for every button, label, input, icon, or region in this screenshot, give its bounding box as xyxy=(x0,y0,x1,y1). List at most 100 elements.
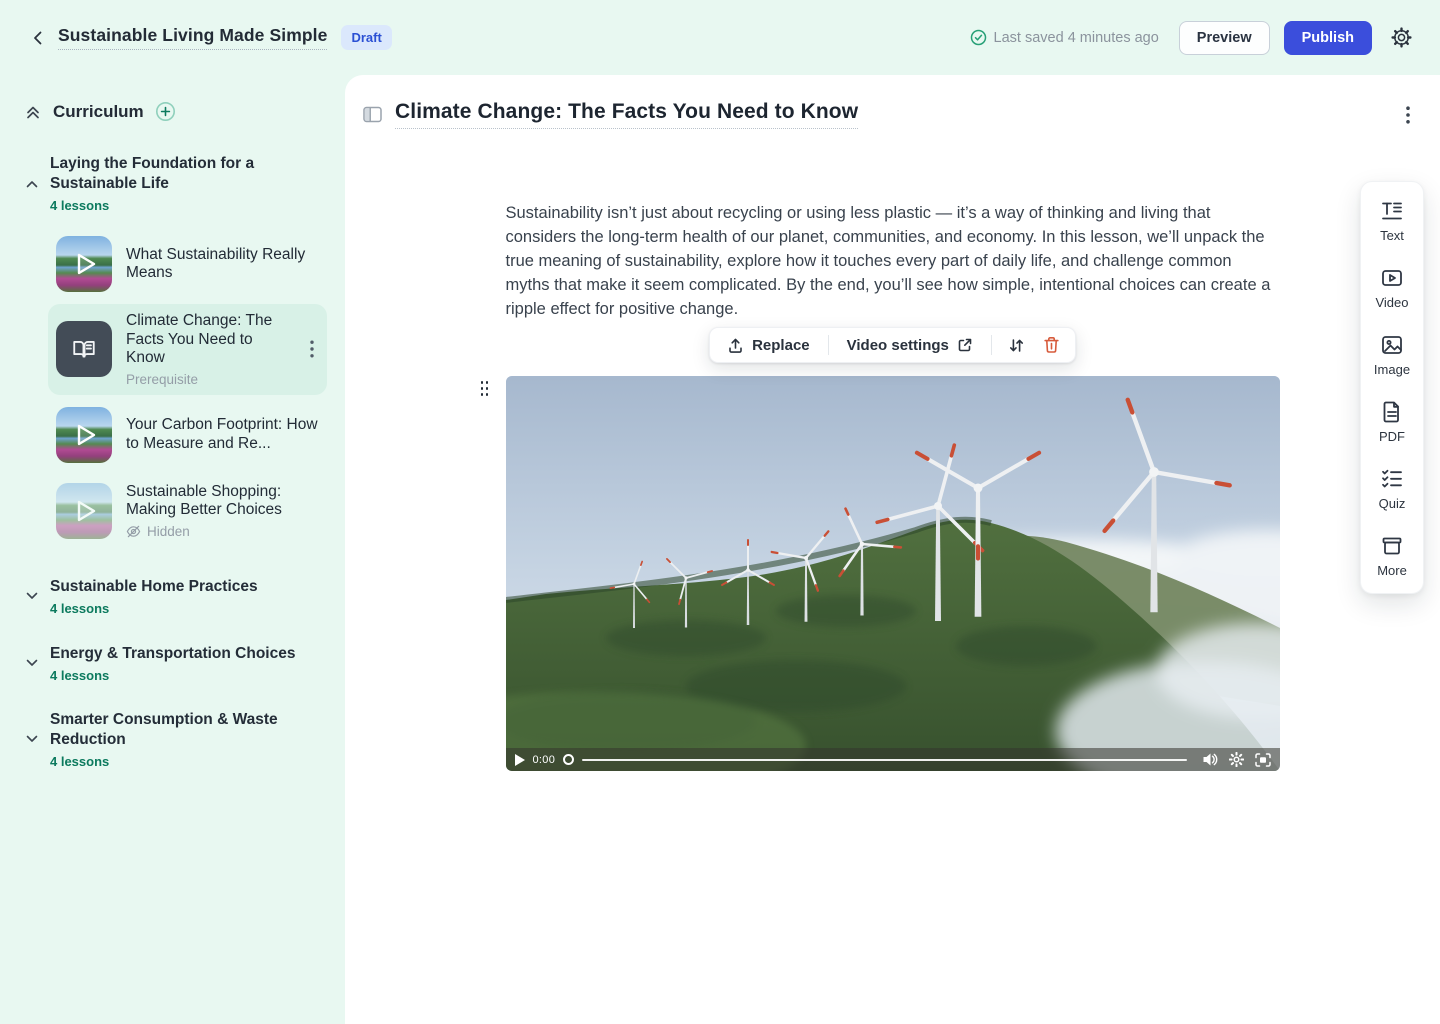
curriculum-section: Energy & Transportation Choices 4 lesson… xyxy=(24,644,345,683)
section-title: Energy & Transportation Choices xyxy=(50,644,295,664)
lesson-item-hidden[interactable]: Sustainable Shopping: Making Better Choi… xyxy=(48,475,327,547)
replace-label: Replace xyxy=(752,337,810,354)
curriculum-header: Curriculum xyxy=(24,101,345,122)
fullscreen-button[interactable] xyxy=(1255,753,1271,767)
reading-lesson-tile xyxy=(56,321,112,377)
video-block-toolbar: Replace Video settings xyxy=(709,327,1076,363)
play-icon xyxy=(56,407,112,463)
course-title[interactable]: Sustainable Living Made Simple xyxy=(58,25,327,50)
palette-label: Video xyxy=(1375,295,1408,310)
text-block[interactable]: Sustainability isn’t just about recyclin… xyxy=(506,201,1280,321)
video-thumbnail xyxy=(56,407,112,463)
pdf-block-icon xyxy=(1380,400,1404,424)
settings-button[interactable] xyxy=(1386,23,1416,53)
lesson-hidden-label: Hidden xyxy=(147,524,190,539)
section-title: Sustainable Home Practices xyxy=(50,577,258,597)
video-player[interactable]: 0:00 xyxy=(506,376,1280,771)
video-settings-label: Video settings xyxy=(847,337,949,354)
palette-item-pdf[interactable]: PDF xyxy=(1379,400,1405,444)
delete-block-button[interactable] xyxy=(1036,330,1067,360)
text-block-icon xyxy=(1380,199,1404,223)
palette-item-image[interactable]: Image xyxy=(1374,333,1410,377)
palette-item-text[interactable]: Text xyxy=(1380,199,1404,243)
palette-label: PDF xyxy=(1379,429,1405,444)
lesson-title: Climate Change: The Facts You Need to Kn… xyxy=(126,312,291,368)
trash-icon xyxy=(1043,336,1060,354)
curriculum-section: Laying the Foundation for a Sustainable … xyxy=(24,154,345,547)
lesson-header: Climate Change: The Facts You Need to Kn… xyxy=(345,75,1440,129)
editor-content: Sustainability isn’t just about recyclin… xyxy=(506,201,1280,771)
lesson-title: What Sustainability Really Means xyxy=(126,246,319,283)
save-status-text: Last saved 4 minutes ago xyxy=(994,30,1159,46)
save-status: Last saved 4 minutes ago xyxy=(970,29,1159,46)
lesson-item-selected[interactable]: Climate Change: The Facts You Need to Kn… xyxy=(48,304,327,395)
progress-bar[interactable] xyxy=(582,759,1186,761)
lesson-list: What Sustainability Really Means Climat xyxy=(48,228,327,547)
lesson-item[interactable]: What Sustainability Really Means xyxy=(48,228,327,300)
add-section-button[interactable] xyxy=(155,101,176,122)
chevron-down-icon xyxy=(24,589,40,603)
video-block: 0:00 xyxy=(506,376,1280,771)
replace-button[interactable]: Replace xyxy=(718,331,819,360)
palette-label: More xyxy=(1377,563,1407,578)
gear-icon xyxy=(1391,27,1412,48)
section-header[interactable]: Smarter Consumption & Waste Reduction 4 … xyxy=(24,710,345,769)
volume-button[interactable] xyxy=(1203,753,1218,766)
move-block-button[interactable] xyxy=(1001,331,1032,360)
section-lesson-count: 4 lessons xyxy=(50,198,298,213)
palette-label: Text xyxy=(1380,228,1404,243)
block-palette: Text Video Image PDF Quiz More xyxy=(1360,181,1424,594)
video-time: 0:00 xyxy=(533,754,556,766)
book-open-icon xyxy=(71,336,97,362)
section-header[interactable]: Laying the Foundation for a Sustainable … xyxy=(24,154,345,213)
video-block-icon xyxy=(1380,266,1404,290)
play-button[interactable] xyxy=(515,754,525,766)
section-lesson-count: 4 lessons xyxy=(50,668,295,683)
lesson-title: Sustainable Shopping: Making Better Choi… xyxy=(126,483,319,520)
section-header[interactable]: Sustainable Home Practices 4 lessons xyxy=(24,577,345,616)
quiz-block-icon xyxy=(1380,467,1404,491)
back-button[interactable] xyxy=(24,24,52,52)
video-thumbnail xyxy=(56,236,112,292)
chevron-down-icon xyxy=(24,732,40,746)
lesson-item[interactable]: Your Carbon Footprint: How to Measure an… xyxy=(48,399,327,471)
lesson-prerequisite-label: Prerequisite xyxy=(126,372,291,387)
palette-item-video[interactable]: Video xyxy=(1375,266,1408,310)
play-icon xyxy=(56,483,112,539)
video-controls: 0:00 xyxy=(506,748,1280,771)
curriculum-section: Sustainable Home Practices 4 lessons xyxy=(24,577,345,616)
lesson-options-menu[interactable] xyxy=(1402,102,1414,128)
curriculum-sidebar: Curriculum Laying the Foundation for a S… xyxy=(0,75,345,1024)
section-lesson-count: 4 lessons xyxy=(50,601,258,616)
eye-off-icon xyxy=(126,524,141,539)
video-settings-button[interactable]: Video settings xyxy=(838,331,982,360)
palette-label: Quiz xyxy=(1379,496,1406,511)
topbar: Sustainable Living Made Simple Draft Las… xyxy=(0,0,1440,75)
back-chevron-icon xyxy=(30,30,46,46)
palette-label: Image xyxy=(1374,362,1410,377)
image-block-icon xyxy=(1380,333,1404,357)
section-header[interactable]: Energy & Transportation Choices 4 lesson… xyxy=(24,644,345,683)
collapse-all-button[interactable] xyxy=(24,103,42,121)
section-lesson-count: 4 lessons xyxy=(50,754,298,769)
check-circle-icon xyxy=(970,29,987,46)
upload-icon xyxy=(727,337,744,354)
section-title: Smarter Consumption & Waste Reduction xyxy=(50,710,298,750)
palette-item-quiz[interactable]: Quiz xyxy=(1379,467,1406,511)
page-title[interactable]: Climate Change: The Facts You Need to Kn… xyxy=(395,100,858,129)
palette-item-more[interactable]: More xyxy=(1377,534,1407,578)
more-blocks-icon xyxy=(1380,534,1404,558)
divider xyxy=(991,335,992,355)
lesson-title: Your Carbon Footprint: How to Measure an… xyxy=(126,416,319,453)
player-settings-button[interactable] xyxy=(1229,752,1244,767)
lesson-kebab-menu[interactable] xyxy=(305,340,319,358)
scrubber-handle[interactable] xyxy=(563,754,574,765)
section-title: Laying the Foundation for a Sustainable … xyxy=(50,154,298,194)
video-frame-wind-turbines xyxy=(506,376,1280,771)
drag-handle[interactable] xyxy=(481,381,491,399)
curriculum-section: Smarter Consumption & Waste Reduction 4 … xyxy=(24,710,345,769)
panel-toggle-button[interactable] xyxy=(363,106,382,123)
status-badge: Draft xyxy=(341,25,391,50)
publish-button[interactable]: Publish xyxy=(1284,21,1372,55)
preview-button[interactable]: Preview xyxy=(1179,21,1270,55)
